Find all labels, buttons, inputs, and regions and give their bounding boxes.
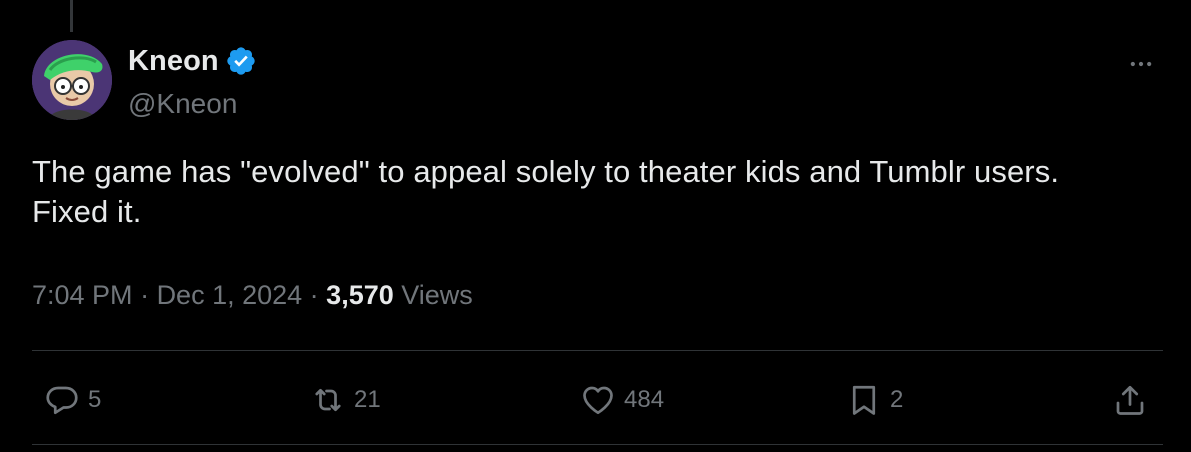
repost-icon <box>308 380 348 420</box>
repost-button[interactable]: 21 <box>308 376 381 424</box>
reply-icon <box>42 380 82 420</box>
display-name[interactable]: Kneon <box>128 45 219 78</box>
views-count: 3,570 <box>326 280 394 310</box>
tweet-date[interactable]: Dec 1, 2024 <box>157 280 303 310</box>
tweet-header: Kneon @Kneon <box>32 40 1159 124</box>
reply-count: 5 <box>88 386 102 413</box>
tweet-time[interactable]: 7:04 PM <box>32 280 133 310</box>
divider <box>32 444 1163 445</box>
more-options-button[interactable] <box>1123 46 1159 82</box>
user-info: Kneon @Kneon <box>128 44 257 120</box>
user-handle[interactable]: @Kneon <box>128 88 257 120</box>
avatar-illustration <box>32 40 112 120</box>
meta-separator: · <box>132 280 157 310</box>
bookmark-icon <box>844 380 884 420</box>
thread-connector-line <box>70 0 73 32</box>
avatar[interactable] <box>32 40 112 120</box>
divider <box>32 350 1163 351</box>
bookmark-button[interactable]: 2 <box>844 376 903 424</box>
meta-separator: · <box>302 280 327 310</box>
repost-count: 21 <box>354 386 381 413</box>
reply-button[interactable]: 5 <box>42 376 101 424</box>
action-bar: 5 21 484 2 <box>0 376 1191 424</box>
heart-icon <box>578 380 618 420</box>
tweet-meta: 7:04 PM · Dec 1, 2024 · 3,570 Views <box>32 280 473 311</box>
share-icon <box>1110 380 1150 420</box>
bookmark-count: 2 <box>890 386 904 413</box>
name-row: Kneon <box>128 44 257 78</box>
more-horizontal-icon <box>1130 61 1152 67</box>
tweet-text: The game has "evolved" to appeal solely … <box>32 154 1060 229</box>
like-count: 484 <box>624 386 665 413</box>
share-button[interactable] <box>1110 376 1150 424</box>
verified-badge-icon[interactable] <box>225 45 257 77</box>
like-button[interactable]: 484 <box>578 376 664 424</box>
views-label: Views <box>393 280 473 310</box>
